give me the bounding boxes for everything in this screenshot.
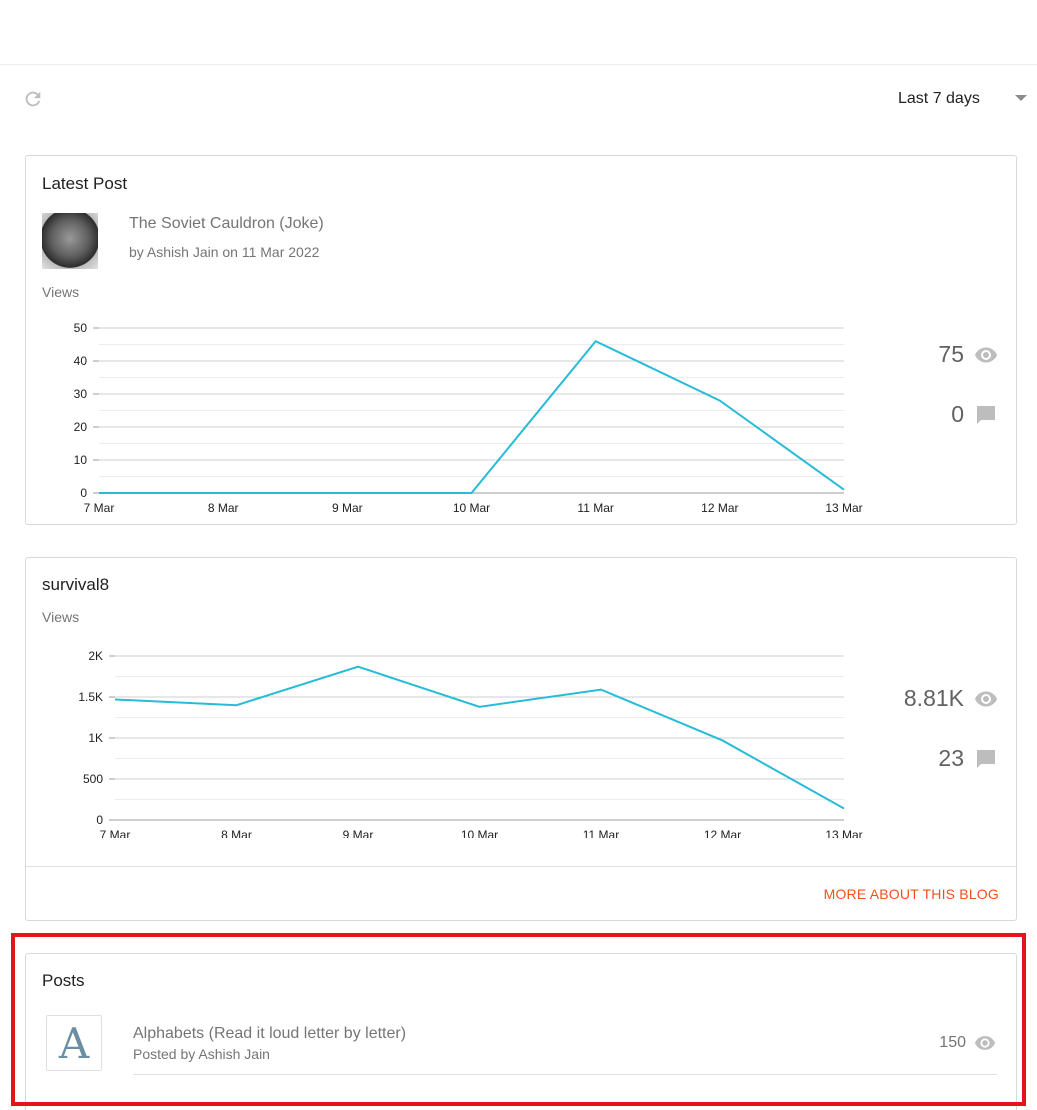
eye-icon	[975, 691, 997, 706]
top-bar	[0, 0, 1037, 65]
y-tick-label: 500	[83, 772, 103, 786]
y-tick-label: 50	[74, 321, 88, 335]
card-title: Latest Post	[42, 174, 128, 193]
comment-icon	[977, 749, 995, 768]
x-tick-label: 11 Mar	[583, 828, 619, 838]
y-tick-label: 10	[74, 453, 88, 467]
x-tick-label: 12 Mar	[701, 501, 738, 515]
views-stat: 8.81K	[904, 685, 998, 712]
x-tick-label: 13 Mar	[825, 501, 862, 515]
more-about-blog-link[interactable]: More about this blog	[824, 886, 999, 902]
latest-post-views-chart: 0 10 20 30 40 50 7 Mar 8 Mar 9 Mar 10 Mar 11 Mar 12…	[74, 321, 863, 515]
selection-highlight	[11, 933, 1026, 1106]
x-tick-label: 9 Mar	[332, 501, 363, 515]
comments-count: 0	[951, 401, 964, 427]
views-count: 8.81K	[903, 685, 964, 711]
x-tick-label: 12 Mar	[704, 828, 741, 838]
comments-count: 23	[938, 745, 964, 771]
post-meta: by Ashish Jain on 11 Mar 2022	[129, 244, 320, 260]
latest-post-card: Latest Post The Soviet Cauldron (Joke) b…	[25, 155, 1017, 525]
y-tick-label: 2K	[88, 649, 103, 663]
y-tick-label: 40	[74, 354, 88, 368]
x-tick-label: 10 Mar	[461, 828, 498, 838]
views-axis-label: Views	[42, 609, 80, 625]
views-stat: 75	[938, 341, 998, 368]
x-tick-label: 7 Mar	[100, 828, 131, 838]
comment-icon	[977, 405, 995, 424]
refresh-button[interactable]	[22, 88, 44, 110]
x-tick-label: 11 Mar	[577, 501, 613, 515]
x-tick-label: 10 Mar	[453, 501, 490, 515]
x-tick-label: 8 Mar	[221, 828, 252, 838]
post-title-link[interactable]: The Soviet Cauldron (Joke)	[129, 215, 324, 233]
views-count: 75	[938, 341, 964, 367]
post-thumbnail[interactable]	[42, 213, 98, 269]
card-divider	[26, 866, 1016, 867]
y-tick-label: 0	[80, 486, 87, 500]
y-tick-label: 1.5K	[78, 690, 103, 704]
eye-icon	[975, 347, 997, 362]
comments-stat: 23	[938, 745, 998, 772]
chevron-down-icon	[1015, 95, 1027, 101]
blog-views-chart: 0 500 1K 1.5K 2K 7 Mar 8 Mar 9 Mar 10 Mar 11 Mar 1…	[78, 649, 862, 838]
y-tick-label: 1K	[88, 731, 103, 745]
date-range-dropdown[interactable]: Last 7 days	[890, 88, 1037, 110]
date-range-label: Last 7 days	[898, 90, 980, 107]
y-tick-label: 0	[96, 813, 103, 827]
x-tick-label: 13 Mar	[825, 828, 862, 838]
series-line	[99, 339, 845, 494]
y-tick-label: 30	[74, 387, 88, 401]
y-tick-label: 20	[74, 420, 88, 434]
x-tick-label: 8 Mar	[208, 501, 239, 515]
x-tick-label: 7 Mar	[84, 501, 115, 515]
x-tick-label: 9 Mar	[343, 828, 374, 838]
refresh-icon	[25, 91, 41, 107]
blog-card: survival8 Views 0 500 1K 1.5K 2K 7 Mar 8 Mar 9 …	[25, 557, 1017, 921]
blog-title: survival8	[42, 575, 110, 594]
comments-stat: 0	[951, 401, 998, 428]
